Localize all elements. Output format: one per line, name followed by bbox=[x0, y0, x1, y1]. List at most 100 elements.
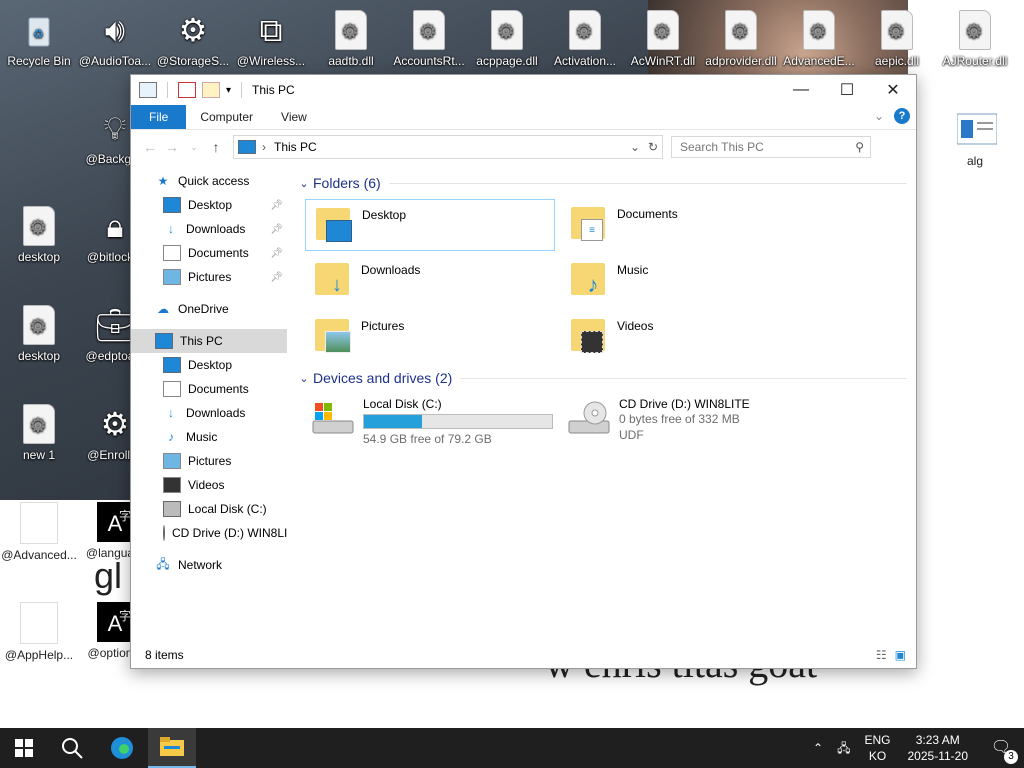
nav-item-pictures[interactable]: Pictures bbox=[131, 449, 287, 473]
settings-file-icon bbox=[23, 404, 55, 444]
edge-icon bbox=[111, 737, 133, 759]
tab-view[interactable]: View bbox=[267, 105, 321, 129]
large-icons-view-icon[interactable]: ▣ bbox=[895, 648, 906, 662]
nav-item-network[interactable]: 🖧︎ Network bbox=[131, 553, 287, 577]
desktop-icon-recycle-bin[interactable]: ♻ Recycle Bin bbox=[0, 10, 78, 68]
desktop-icon-acwinrt[interactable]: AcWinRT.dll bbox=[624, 10, 702, 68]
title-bar[interactable]: ▾ This PC — ☐ ✕ bbox=[131, 75, 916, 105]
nav-item-quick-documents[interactable]: Documents 📌︎ bbox=[131, 241, 287, 265]
disk-icon bbox=[163, 501, 181, 517]
recent-locations-dropdown[interactable]: ⌄ bbox=[183, 142, 205, 153]
videos-icon bbox=[581, 331, 603, 353]
input-language-indicator[interactable]: ENG KO bbox=[857, 732, 897, 764]
drive-cd-d[interactable]: CD Drive (D:) WIN8LITE 0 bytes free of 3… bbox=[561, 393, 811, 445]
folder-downloads[interactable]: ↓ Downloads bbox=[305, 255, 555, 307]
desktop-icon-wireless[interactable]: ⧉ @Wireless... bbox=[232, 10, 310, 68]
explorer-body: ★ Quick access Desktop 📌︎ ↓ Downloads 📌︎… bbox=[131, 163, 916, 633]
nav-item-onedrive[interactable]: ☁ OneDrive bbox=[131, 297, 287, 321]
desktop-icon-desktop-2[interactable]: desktop bbox=[0, 305, 78, 363]
desktop-icon-apphelp[interactable]: @AppHelp... bbox=[0, 602, 78, 662]
dll-file-icon bbox=[959, 10, 991, 50]
start-button[interactable] bbox=[0, 728, 48, 768]
dll-file-icon bbox=[647, 10, 679, 50]
blank-file-icon bbox=[20, 502, 58, 544]
address-history-dropdown[interactable]: ⌄ bbox=[630, 140, 640, 154]
clock[interactable]: 3:23 AM 2025-11-20 bbox=[898, 732, 979, 764]
status-bar: 8 items ☷ ▣ bbox=[131, 642, 916, 668]
details-view-icon[interactable]: ☷ bbox=[876, 648, 887, 662]
desktop-icon-desktop-1[interactable]: desktop bbox=[0, 206, 78, 264]
gear-icon: ⚙ bbox=[178, 12, 208, 48]
desktop-icon-storage[interactable]: ⚙ @StorageS... bbox=[154, 10, 232, 68]
file-explorer-taskbar-button[interactable] bbox=[148, 728, 196, 768]
nav-item-music[interactable]: ♪ Music bbox=[131, 425, 287, 449]
folder-desktop[interactable]: Desktop bbox=[305, 199, 555, 251]
up-button[interactable]: ↑ bbox=[205, 139, 227, 155]
tab-computer[interactable]: Computer bbox=[186, 105, 267, 129]
search-button[interactable] bbox=[48, 728, 96, 768]
pin-icon: 📌︎ bbox=[270, 271, 283, 283]
close-button[interactable]: ✕ bbox=[870, 75, 916, 105]
refresh-button[interactable]: ↻ bbox=[648, 140, 658, 154]
nav-item-desktop[interactable]: Desktop bbox=[131, 353, 287, 377]
folder-pictures[interactable]: Pictures bbox=[305, 311, 555, 363]
tab-file[interactable]: File bbox=[131, 105, 187, 129]
nav-item-quick-access[interactable]: ★ Quick access bbox=[131, 169, 287, 193]
computer-icon bbox=[155, 333, 173, 349]
notification-center-button[interactable]: 🗨︎ 3 bbox=[978, 728, 1024, 768]
nav-item-this-pc[interactable]: This PC bbox=[131, 329, 287, 353]
pin-icon: 📌︎ bbox=[270, 199, 283, 211]
desktop-icon-accountsrt[interactable]: AccountsRt... bbox=[390, 10, 468, 68]
desktop-icon-ajrouter[interactable]: AJRouter.dll bbox=[936, 10, 1014, 68]
folder-music[interactable]: ♪ Music bbox=[561, 255, 811, 307]
desktop-icon-alg[interactable]: alg bbox=[936, 110, 1014, 168]
group-header-folders[interactable]: ⌄ Folders (6) bbox=[295, 172, 907, 194]
network-icon[interactable]: 🖧︎ bbox=[830, 740, 857, 756]
edge-taskbar-button[interactable] bbox=[98, 728, 146, 768]
nav-item-quick-pictures[interactable]: Pictures 📌︎ bbox=[131, 265, 287, 289]
nav-item-cd-drive[interactable]: CD Drive (D:) WIN8LITE bbox=[131, 521, 287, 545]
expand-ribbon-chevron-icon[interactable]: ⌄ bbox=[874, 109, 884, 123]
desktop-icon-acppage[interactable]: acppage.dll bbox=[468, 10, 546, 68]
documents-icon bbox=[163, 245, 181, 261]
breadcrumb-this-pc[interactable]: This PC bbox=[274, 140, 317, 154]
nav-item-documents[interactable]: Documents bbox=[131, 377, 287, 401]
nav-item-quick-desktop[interactable]: Desktop 📌︎ bbox=[131, 193, 287, 217]
back-button[interactable]: ← bbox=[139, 139, 161, 155]
windows-logo-icon bbox=[15, 739, 33, 757]
group-header-drives[interactable]: ⌄ Devices and drives (2) bbox=[295, 367, 907, 389]
customize-toolbar-dropdown[interactable]: ▾ bbox=[226, 85, 231, 96]
show-hidden-icons-chevron-icon[interactable]: ⌃ bbox=[806, 740, 830, 756]
chevron-right-icon[interactable]: › bbox=[262, 140, 266, 154]
divider bbox=[167, 82, 168, 98]
maximize-button[interactable]: ☐ bbox=[824, 75, 870, 105]
ribbon-tabs: File Computer View ⌄ ? bbox=[131, 105, 916, 130]
folder-documents[interactable]: ≡ Documents bbox=[561, 199, 811, 251]
drive-local-disk-c[interactable]: Local Disk (C:) 54.9 GB free of 79.2 GB bbox=[305, 393, 555, 446]
desktop-icon-aadtb[interactable]: aadtb.dll bbox=[312, 10, 390, 68]
help-icon[interactable]: ? bbox=[894, 108, 910, 124]
file-explorer-window[interactable]: ▾ This PC — ☐ ✕ File Computer View ⌄ ? ←… bbox=[130, 74, 917, 669]
search-input[interactable]: Search This PC ⚲ bbox=[671, 136, 871, 158]
address-bar[interactable]: › This PC ⌄ ↻ bbox=[233, 135, 663, 159]
minimize-button[interactable]: — bbox=[778, 75, 824, 105]
desktop-icon-advanced[interactable]: @Advanced... bbox=[0, 502, 78, 562]
new-folder-icon[interactable] bbox=[202, 82, 220, 98]
nav-item-quick-downloads[interactable]: ↓ Downloads 📌︎ bbox=[131, 217, 287, 241]
properties-icon[interactable] bbox=[178, 82, 196, 98]
desktop-icon-new1[interactable]: new 1 bbox=[0, 404, 78, 462]
window-controls: — ☐ ✕ bbox=[778, 75, 916, 105]
notification-count-badge: 3 bbox=[1004, 750, 1018, 764]
desktop-icon-advancede[interactable]: AdvancedE... bbox=[780, 10, 858, 68]
content-pane: ⌄ Folders (6) Desktop ≡ Documents ↓ Down… bbox=[295, 163, 916, 633]
desktop-icon-aepic[interactable]: aepic.dll bbox=[858, 10, 936, 68]
nav-item-downloads[interactable]: ↓ Downloads bbox=[131, 401, 287, 425]
desktop-icon-audiotoast[interactable]: 🔊︎ @AudioToa... bbox=[76, 10, 154, 68]
desktop-icon-adprovider[interactable]: adprovider.dll bbox=[702, 10, 780, 68]
nav-item-videos[interactable]: Videos bbox=[131, 473, 287, 497]
desktop-icon-activation[interactable]: Activation... bbox=[546, 10, 624, 68]
nav-item-local-disk[interactable]: Local Disk (C:) bbox=[131, 497, 287, 521]
folder-videos[interactable]: Videos bbox=[561, 311, 811, 363]
forward-button[interactable]: → bbox=[161, 139, 183, 155]
pictures-icon bbox=[325, 331, 351, 353]
